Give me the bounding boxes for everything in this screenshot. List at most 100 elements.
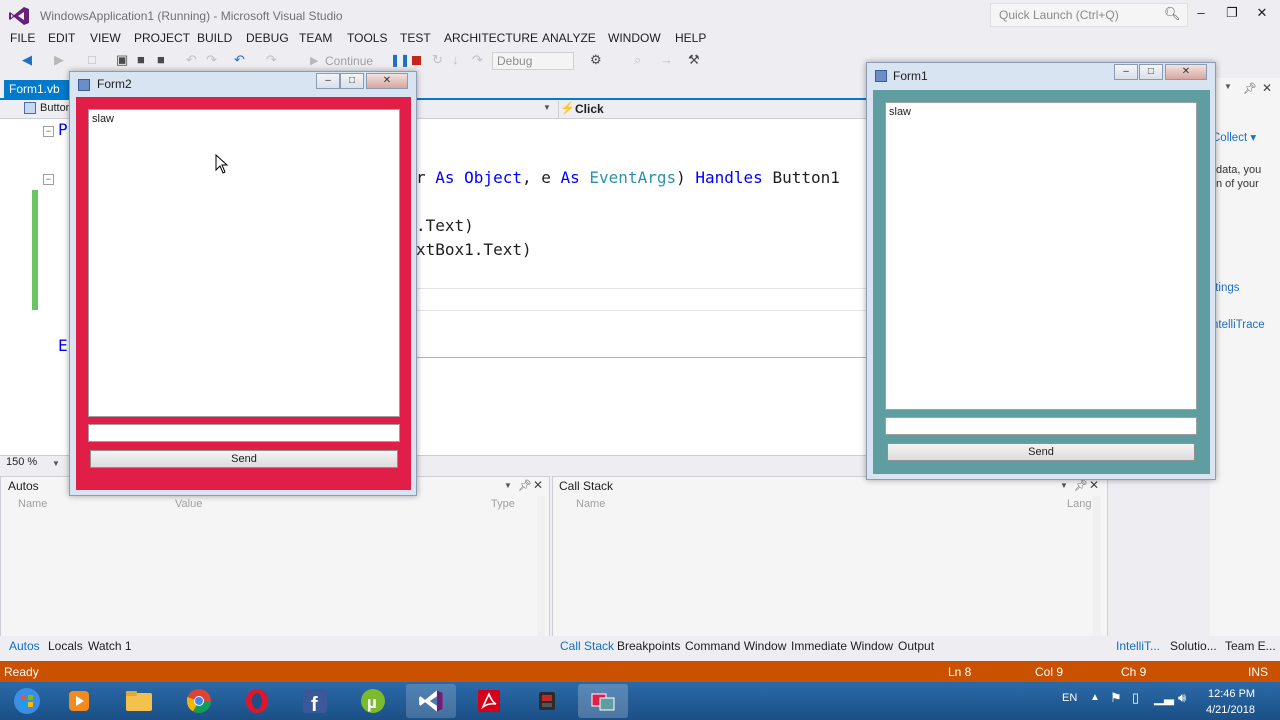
clock-date[interactable]: 4/21/2018 [1206,704,1255,716]
send-button[interactable]: Send [887,443,1195,461]
redo-icon[interactable]: ↷ [266,52,277,68]
menu-tools[interactable]: TOOLS [347,31,387,45]
menu-team[interactable]: TEAM [299,31,332,45]
undo-disabled-icon[interactable]: ↶ [186,52,197,68]
chevron-down-icon[interactable]: ▼ [543,103,551,112]
windows-start-icon[interactable] [2,684,52,718]
tab-call-stack[interactable]: Call Stack [560,639,614,653]
collapse-outline-icon[interactable]: − [43,126,54,137]
step-into-icon[interactable]: ↓ [452,52,459,67]
solution-configuration-select[interactable]: Debug [492,52,574,70]
acrobat-icon[interactable] [464,684,514,718]
menu-build[interactable]: BUILD [197,31,232,45]
type-dropdown[interactable]: Button [40,102,72,114]
pin-icon[interactable]: 📌︎ [1074,479,1088,492]
minimize-icon[interactable]: – [316,73,340,89]
menu-analyze[interactable]: ANALYZE [542,31,596,45]
toolbar-options-icon[interactable]: ⚒ [688,52,700,68]
clock-time[interactable]: 12:46 PM [1208,688,1255,700]
intellitrace-link[interactable]: ntelliTrace [1212,319,1265,331]
close-icon[interactable]: ✕ [1262,81,1272,95]
close-icon[interactable]: ✕ [366,73,408,89]
menu-test[interactable]: TEST [400,31,431,45]
chevron-down-icon[interactable]: ▼ [504,481,512,490]
close-icon[interactable]: ✕ [533,478,543,492]
message-input[interactable] [885,417,1197,435]
step-over-icon[interactable]: ↷ [472,52,483,68]
utorrent-icon[interactable]: µ [348,684,398,718]
save-all-icon[interactable]: ■ [157,52,165,67]
menu-help[interactable]: HELP [675,31,706,45]
language-indicator[interactable]: EN [1062,692,1077,704]
tab-command-window[interactable]: Command Window [685,639,786,653]
quick-launch-input[interactable]: Quick Launch (Ctrl+Q) [990,3,1188,27]
power-icon[interactable]: ▯ [1132,690,1139,706]
tab-breakpoints[interactable]: Breakpoints [617,639,680,653]
tab-team-explorer[interactable]: Team E... [1225,639,1276,653]
settings-link[interactable]: ttings [1212,282,1240,294]
find-icon[interactable]: ⌕ [634,52,641,68]
action-center-icon[interactable]: ⚑ [1110,690,1122,706]
menu-window[interactable]: WINDOW [608,31,661,45]
continue-button[interactable]: Continue [325,54,373,68]
send-button[interactable]: Send [90,450,398,468]
tab-locals[interactable]: Locals [48,639,83,653]
chevron-down-icon[interactable]: ▼ [1224,82,1232,91]
new-project-icon[interactable]: □ [88,52,96,67]
scrollbar[interactable] [537,496,545,636]
visual-studio-icon[interactable] [406,684,456,718]
scrollbar[interactable] [1093,496,1101,636]
menu-debug[interactable]: DEBUG [246,31,289,45]
member-dropdown[interactable]: Click [558,101,868,118]
open-file-icon[interactable]: ▣ [116,52,128,68]
file-explorer-icon[interactable] [114,684,164,718]
media-player-icon[interactable] [54,684,104,718]
tab-autos[interactable]: Autos [9,639,40,653]
volume-icon[interactable]: 🔊︎ [1178,690,1186,706]
zoom-level[interactable]: 150 % [6,456,37,468]
chrome-icon[interactable] [174,684,224,718]
menu-project[interactable]: PROJECT [134,31,190,45]
chevron-down-icon[interactable]: ▼ [1060,481,1068,490]
facebook-icon[interactable]: f [290,684,340,718]
restore-icon[interactable]: ❐ [1222,5,1242,23]
menu-view[interactable]: VIEW [90,31,121,45]
redo-disabled-icon[interactable]: ↷ [206,52,217,68]
menu-architecture[interactable]: ARCHITECTURE [444,31,538,45]
app-icon[interactable] [522,684,572,718]
tab-solution-explorer[interactable]: Solutio... [1170,639,1217,653]
forward-icon[interactable]: ▶ [54,52,64,68]
tab-form1-vb[interactable]: Form1.vb [4,80,70,99]
message-input[interactable] [88,424,400,442]
search-icon[interactable]: 🔍︎ [1164,6,1181,22]
column-header-value[interactable]: Value [175,498,202,510]
close-icon[interactable]: ✕ [1165,64,1207,80]
restart-icon[interactable]: ↻ [432,52,443,68]
maximize-icon[interactable]: □ [340,73,364,89]
column-header-name[interactable]: Name [18,498,47,510]
column-header-name[interactable]: Name [576,498,605,510]
continue-icon[interactable]: ▶ [310,54,318,67]
pin-icon[interactable]: 📌︎ [1243,82,1257,95]
chevron-down-icon[interactable]: ▼ [52,459,60,468]
save-icon[interactable]: ■ [137,52,145,67]
attach-icon[interactable]: ⚙ [590,52,602,68]
minimize-icon[interactable]: – [1191,5,1211,23]
collapse-outline-icon[interactable]: − [43,174,54,185]
column-header-type[interactable]: Type [491,498,515,510]
stop-icon[interactable] [412,56,421,65]
chat-log-textbox[interactable]: slaw [885,102,1197,410]
tab-watch-1[interactable]: Watch 1 [88,639,132,653]
menu-edit[interactable]: EDIT [48,31,75,45]
close-icon[interactable]: ✕ [1089,478,1099,492]
maximize-icon[interactable]: □ [1139,64,1163,80]
minimize-icon[interactable]: – [1114,64,1138,80]
show-hidden-icons-icon[interactable]: ▲ [1090,692,1100,703]
menu-file[interactable]: FILE [10,31,35,45]
windows-forms-app-icon[interactable] [578,684,628,718]
pause-icon[interactable]: ❚❚ [390,53,410,67]
tab-intellitrace[interactable]: IntelliT... [1116,639,1160,653]
pin-icon[interactable]: 📌︎ [518,479,532,492]
navigate-icon[interactable]: → [660,52,673,67]
collect-dropdown[interactable]: Collect ▾ [1212,130,1256,144]
